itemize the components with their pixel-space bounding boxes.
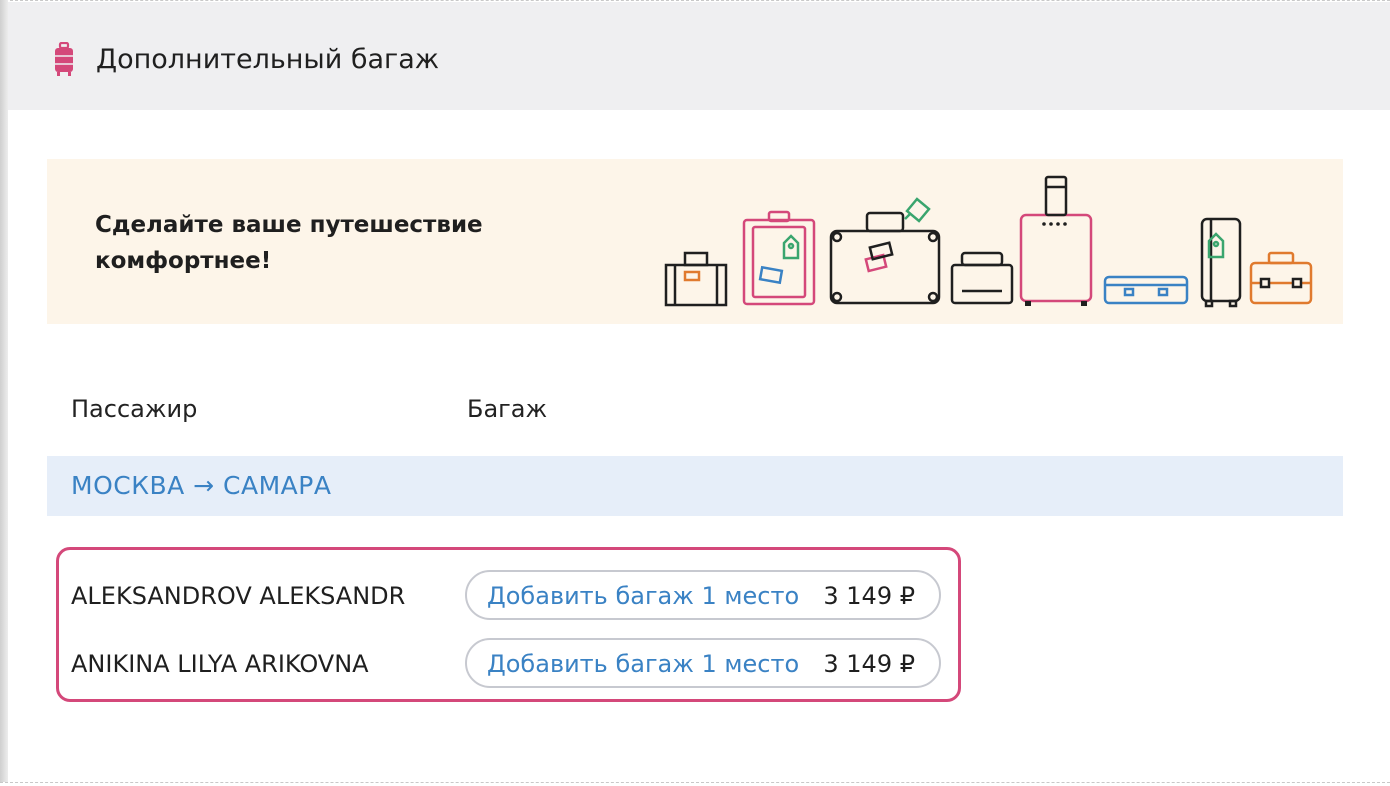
- section-header: Дополнительный багаж: [8, 2, 1390, 110]
- passenger-name: ANIKINA LILYA ARIKOVNA: [71, 650, 369, 678]
- section-title: Дополнительный багаж: [96, 44, 440, 75]
- add-baggage-label: Добавить багаж 1 место: [487, 650, 800, 678]
- frame-left-shadow: [0, 0, 8, 786]
- column-header-baggage: Багаж: [467, 395, 548, 423]
- add-baggage-label: Добавить багаж 1 место: [487, 582, 800, 610]
- luggage-illustration: [664, 175, 1313, 308]
- add-baggage-button[interactable]: Добавить багаж 1 место 3 149 ₽: [465, 570, 941, 620]
- passenger-row: ANIKINA LILYA ARIKOVNA Добавить багаж 1 …: [71, 638, 951, 690]
- passenger-name: ALEKSANDROV ALEKSANDR: [71, 582, 406, 610]
- promo-text: Сделайте ваше путешествие комфортнее!: [95, 212, 483, 274]
- frame-bottom-border: [0, 782, 1390, 786]
- route-label: МОСКВА → САМАРА: [71, 471, 332, 500]
- add-baggage-button[interactable]: Добавить багаж 1 место 3 149 ₽: [465, 638, 941, 688]
- baggage-price: 3 149 ₽: [823, 650, 915, 678]
- route-bar: МОСКВА → САМАРА: [47, 456, 1343, 516]
- baggage-price: 3 149 ₽: [823, 582, 915, 610]
- suitcase-icon: [55, 42, 73, 76]
- passenger-row: ALEKSANDROV ALEKSANDR Добавить багаж 1 м…: [71, 570, 951, 622]
- column-header-passenger: Пассажир: [71, 395, 198, 423]
- promo-banner: Сделайте ваше путешествие комфортнее!: [47, 159, 1343, 324]
